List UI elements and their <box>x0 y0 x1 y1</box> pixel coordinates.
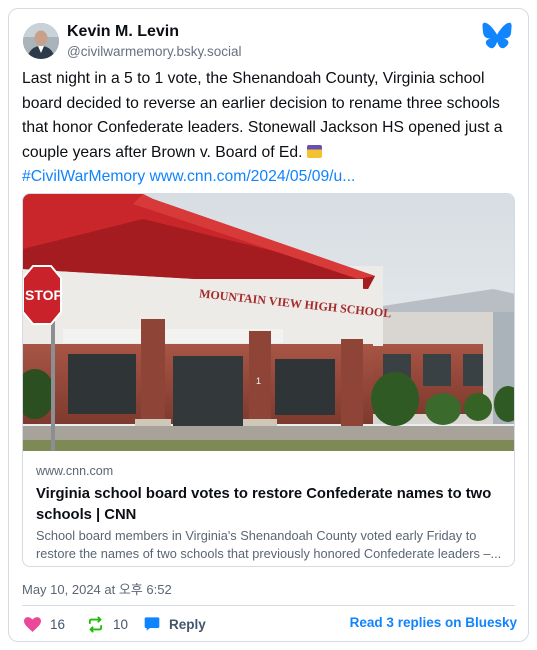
avatar[interactable] <box>23 23 59 59</box>
preview-domain: www.cnn.com <box>36 464 114 478</box>
post-body: Last night in a 5 to 1 vote, the Shenand… <box>22 70 503 161</box>
reply-bubble-icon <box>144 617 160 631</box>
heart-icon <box>24 616 41 632</box>
preview-description: School board members in Virginia's Shena… <box>36 528 502 561</box>
read-replies-link[interactable]: Read 3 replies on Bluesky <box>350 615 517 630</box>
author-handle[interactable]: @civilwarmemory.bsky.social <box>67 44 241 59</box>
preview-title[interactable]: Virginia school board votes to restore C… <box>36 484 506 526</box>
repost-icon <box>88 615 103 633</box>
author-name[interactable]: Kevin M. Levin <box>67 23 179 41</box>
divider <box>22 605 515 606</box>
bluesky-butterfly-icon[interactable] <box>482 22 512 49</box>
post-text: Last night in a 5 to 1 vote, the Shenand… <box>22 67 517 190</box>
like-button[interactable]: 16 <box>24 613 65 635</box>
repost-button[interactable]: 10 <box>87 613 128 635</box>
like-count: 16 <box>50 616 66 632</box>
post-card[interactable]: Kevin M. Levin @civilwarmemory.bsky.soci… <box>8 8 529 642</box>
action-bar: 16 10 Reply Read 3 replies on Bluesky <box>22 613 517 635</box>
preview-image: MOUNTAIN VIEW HIGH SCHOOL 1 STOP <box>23 194 514 451</box>
avatar-image <box>23 23 59 59</box>
post-url-link[interactable]: www.cnn.com/2024/05/09/u... <box>150 168 356 185</box>
post-timestamp[interactable]: May 10, 2024 at 오후 6:52 <box>22 579 172 598</box>
door-number-text: 1 <box>256 376 261 386</box>
stop-sign-text: STOP <box>25 287 63 303</box>
ballot-box-emoji-icon <box>306 144 322 158</box>
reply-button[interactable]: Reply <box>144 613 206 635</box>
link-preview-card[interactable]: MOUNTAIN VIEW HIGH SCHOOL 1 STOP www.cnn… <box>22 193 515 567</box>
repost-count: 10 <box>113 616 129 632</box>
hashtag-link[interactable]: #CivilWarMemory <box>22 168 145 185</box>
reply-label: Reply <box>169 616 206 632</box>
